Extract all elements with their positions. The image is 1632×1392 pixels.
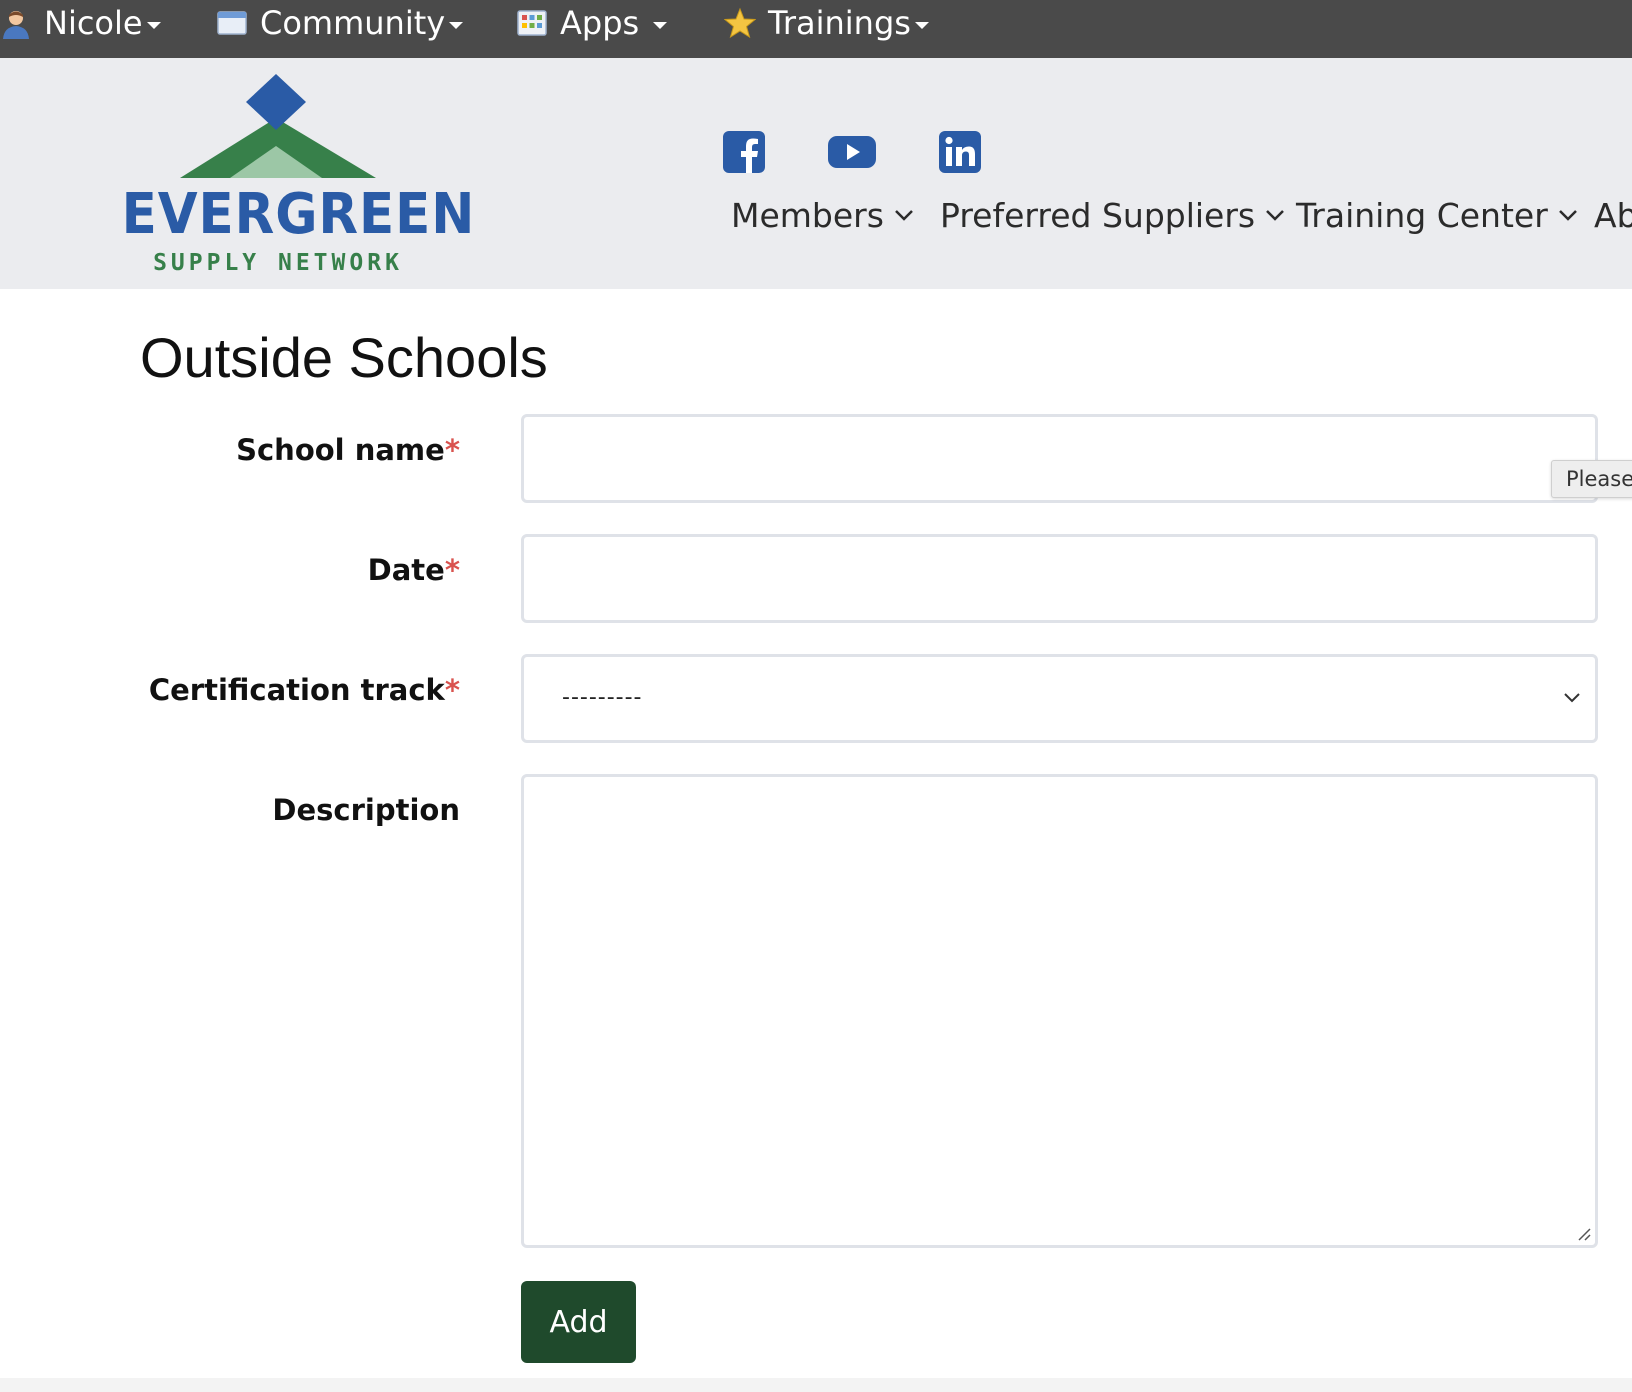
description-label-text: Description	[272, 793, 460, 827]
certification-track-selected: ---------	[562, 685, 643, 710]
caret-down-icon	[146, 21, 161, 29]
add-button[interactable]: Add	[521, 1281, 636, 1363]
linkedin-icon[interactable]	[938, 130, 982, 174]
footer-strip	[0, 1378, 1632, 1392]
chevron-down-icon	[895, 210, 913, 221]
certification-track-select[interactable]: ---------	[521, 654, 1598, 743]
apps-menu-label: Apps	[560, 4, 640, 42]
validation-tooltip-text: Please	[1566, 467, 1632, 491]
date-label: Date*	[368, 553, 460, 587]
nav-training-center-label: Training Center	[1296, 195, 1548, 235]
description-label: Description	[272, 793, 460, 827]
nav-preferred-suppliers[interactable]: Preferred Suppliers	[940, 190, 1285, 240]
community-menu-label: Community	[260, 4, 446, 42]
site-header: EVERGREEN SUPPLY NETWORK Members Preferr…	[0, 58, 1632, 289]
nav-preferred-suppliers-label: Preferred Suppliers	[940, 195, 1256, 235]
window-icon	[216, 7, 248, 39]
nav-members[interactable]: Members	[731, 190, 914, 240]
required-asterisk: *	[444, 433, 460, 467]
resize-grip-icon[interactable]	[1577, 1227, 1591, 1241]
nav-about[interactable]: Ab	[1594, 190, 1632, 240]
chevron-down-icon	[1558, 210, 1577, 221]
page-title: Outside Schools	[140, 326, 548, 389]
logo-tagline: SUPPLY NETWORK	[153, 250, 403, 276]
school-name-field[interactable]	[521, 414, 1598, 503]
apps-menu[interactable]: Apps	[516, 0, 668, 46]
validation-tooltip: Please	[1551, 460, 1632, 498]
chevron-down-icon	[1266, 210, 1285, 221]
user-icon	[0, 7, 32, 39]
star-icon	[723, 7, 757, 39]
caret-down-icon	[449, 21, 464, 29]
chevron-down-icon	[1564, 693, 1580, 703]
mountain-logo-icon	[180, 74, 376, 178]
community-menu[interactable]: Community	[216, 0, 464, 46]
evergreen-logo[interactable]: EVERGREEN SUPPLY NETWORK	[108, 70, 476, 280]
facebook-icon[interactable]	[722, 130, 766, 174]
required-asterisk: *	[444, 553, 460, 587]
nav-about-label: Ab	[1594, 195, 1632, 235]
school-name-label-text: School name	[236, 433, 445, 467]
trainings-menu[interactable]: Trainings	[723, 0, 929, 46]
description-textarea[interactable]	[521, 774, 1598, 1248]
date-field[interactable]	[521, 534, 1598, 623]
certification-track-label-text: Certification track	[148, 673, 445, 707]
caret-down-icon	[914, 21, 929, 29]
nav-members-label: Members	[731, 195, 884, 235]
apps-grid-icon	[516, 7, 548, 39]
user-menu-label: Nicole	[44, 4, 143, 42]
logo-wordmark: EVERGREEN	[121, 182, 476, 247]
youtube-icon[interactable]	[827, 130, 877, 174]
certification-track-label: Certification track*	[149, 673, 460, 707]
admin-toolbar: Nicole Community Apps Trainings	[0, 0, 1632, 58]
date-input[interactable]	[524, 537, 1595, 620]
required-asterisk: *	[444, 673, 460, 707]
date-label-text: Date	[367, 553, 445, 587]
school-name-label: School name*	[236, 433, 460, 467]
caret-down-icon	[653, 21, 668, 29]
trainings-menu-label: Trainings	[768, 4, 911, 42]
school-name-input[interactable]	[524, 417, 1595, 500]
user-menu[interactable]: Nicole	[0, 0, 161, 46]
nav-training-center[interactable]: Training Center	[1296, 190, 1578, 240]
